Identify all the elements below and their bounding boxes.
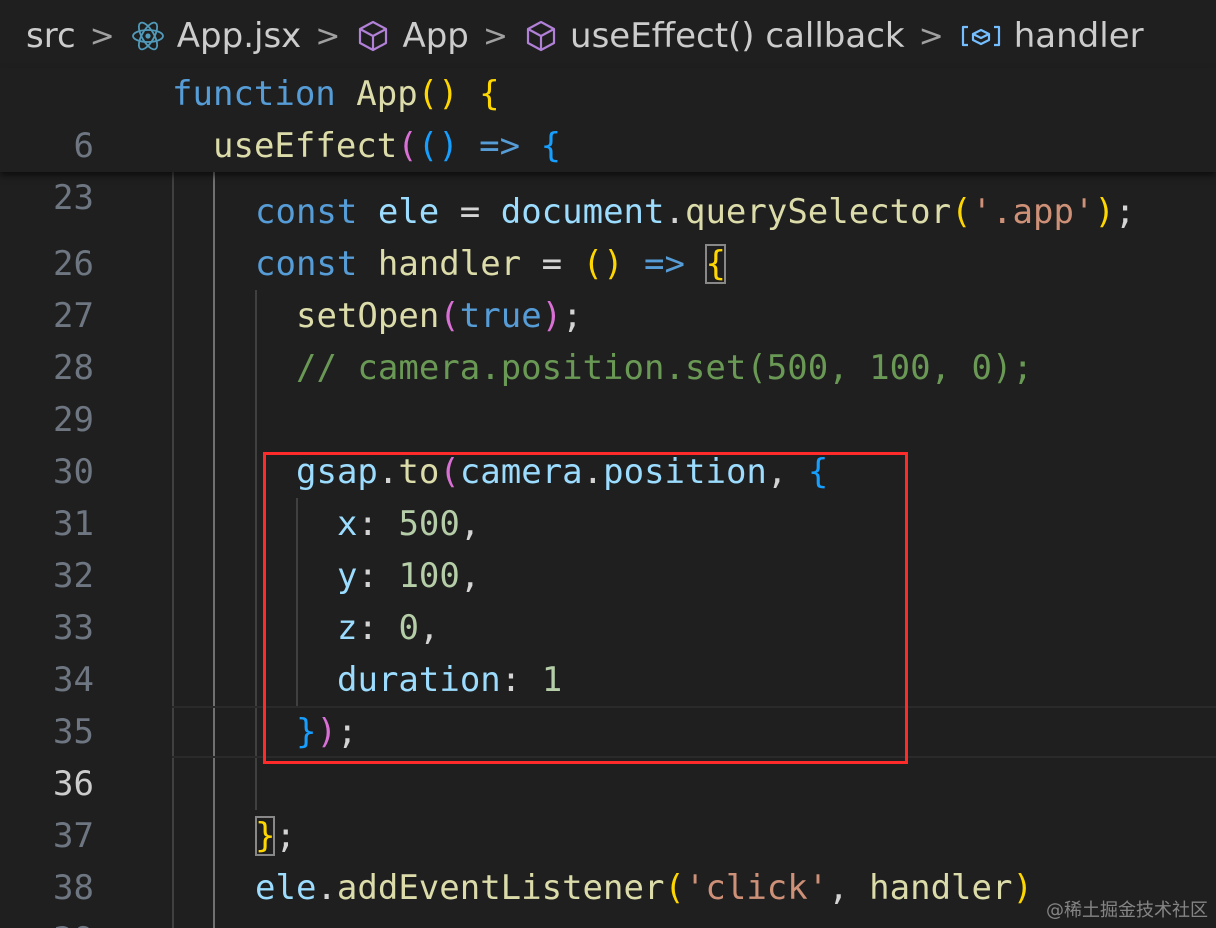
breadcrumb: src > App.jsx > App > useEffect() callba… [0,0,1216,72]
code-line[interactable]: 28 setOpen(true); [0,290,1216,388]
cube-icon [356,19,390,53]
code-comment: // camera.position.set(500, 100, 0); [296,348,1033,388]
cube-icon [524,19,558,53]
code-editor[interactable]: 26 const ele = document.querySelector('.… [0,172,1216,928]
breadcrumb-item-useeffect[interactable]: useEffect() callback [524,16,905,56]
chevron-right-icon: > [482,18,509,54]
code-line[interactable]: 29 // camera.position.set(500, 100, 0); [0,342,1216,440]
line-number: 39 [0,914,94,928]
code-text: setOpen(true); [296,296,583,336]
chevron-right-icon: > [315,18,341,54]
code-text: useEffect(() => { [213,126,562,166]
breadcrumb-item-handler[interactable]: handler [960,16,1144,56]
code-line[interactable]: 27 const handler = () => { [0,238,1216,336]
code-text: const ele = document.querySelector('.app… [255,192,1136,232]
code-line[interactable]: 37 [0,758,1216,856]
highlight-box [263,452,908,764]
code-text: const handler = () => { [255,244,726,284]
code-text: }; [255,816,296,856]
code-line[interactable]: 23 useEffect(() => { [0,120,1216,218]
code-text: ele.addEventListener('click', handler) [255,868,1033,908]
chevron-right-icon: > [918,18,944,54]
code-line[interactable]: 30 [0,394,1216,492]
breadcrumb-item-file[interactable]: App.jsx [131,16,301,56]
code-line[interactable]: 6 function App() { [0,68,1216,166]
code-text: function App() { [172,74,500,114]
react-icon [131,19,165,53]
code-line[interactable]: 39 ele.addEventListener('click', handler… [0,862,1216,928]
code-line[interactable]: 38 }; [0,810,1216,908]
watermark: @稀土掘金技术社区 [1046,900,1208,921]
chevron-right-icon: > [89,18,115,54]
code-line[interactable]: 26 const ele = document.querySelector('.… [0,186,1216,284]
line-number: 23 [53,178,94,218]
breadcrumb-item-src[interactable]: src [26,16,76,56]
variable-icon [960,21,1002,51]
breadcrumb-item-app[interactable]: App [356,16,469,56]
sticky-scroll-header: 6 function App() { 23 useEffect(() => { [0,68,1216,218]
